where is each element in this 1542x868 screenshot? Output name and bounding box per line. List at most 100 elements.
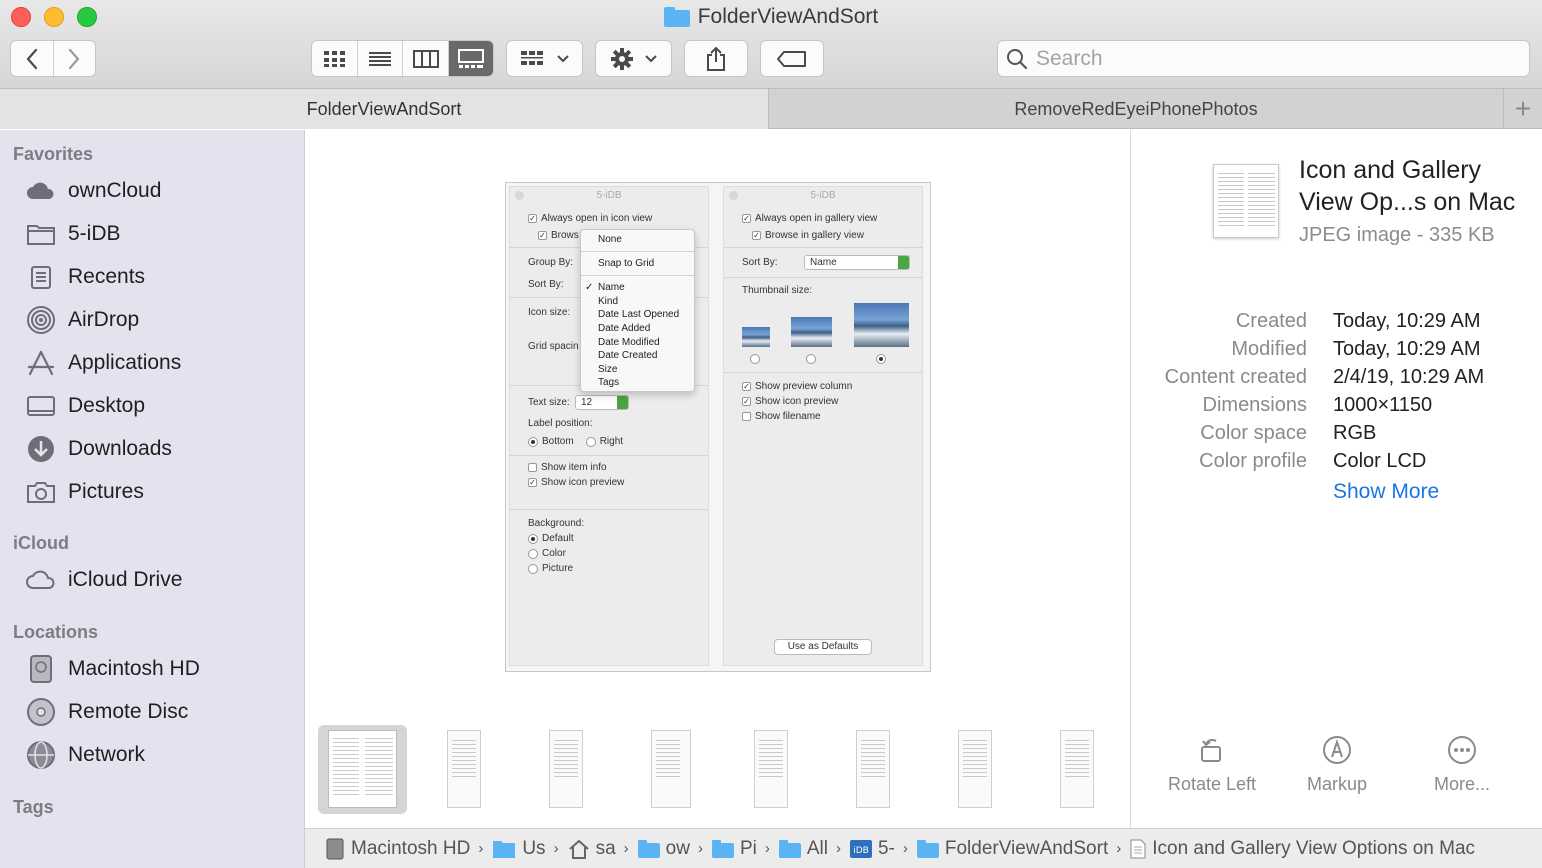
search-field[interactable] — [997, 40, 1530, 77]
preview-info-pane: Icon and Gallery View Op...s on Mac JPEG… — [1130, 130, 1542, 828]
path-bar: Macintosh HD › Us › sa › ow › Pi › All › iDB 5… — [305, 828, 1542, 868]
group-by-button[interactable] — [506, 40, 583, 77]
option-label: Text size: — [528, 397, 570, 408]
path-item-home[interactable]: sa › — [568, 838, 632, 860]
sidebar-item-label: Downloads — [68, 437, 172, 460]
search-input[interactable] — [1036, 46, 1516, 71]
favorites-heading: Favorites — [13, 144, 94, 164]
metadata-row: Modified Today, 10:29 AM — [1231, 338, 1481, 360]
filmstrip-thumbnail[interactable] — [856, 730, 890, 808]
share-button[interactable] — [684, 40, 748, 77]
chevron-down-icon — [644, 54, 657, 62]
sidebar-item-icloud-drive[interactable]: iCloud Drive — [26, 562, 182, 598]
columns-icon — [412, 49, 439, 68]
checkbox-icon: ✓ — [528, 214, 537, 223]
option-label: Label position: — [528, 418, 593, 429]
path-item-all[interactable]: All › — [778, 838, 844, 860]
gallery-view-options-panel: 5-iDB ✓ Always open in gallery view ✓ Brow… — [723, 186, 923, 666]
path-item-users[interactable]: Us › — [492, 838, 561, 860]
tag-icon — [777, 50, 806, 67]
option-label: Brows — [551, 230, 579, 241]
sidebar-item-network[interactable]: Network — [26, 737, 145, 773]
filmstrip-thumbnail[interactable] — [754, 730, 788, 808]
path-item-current-file[interactable]: Icon and Gallery View Options on Mac — [1130, 838, 1475, 860]
markup-button[interactable]: Markup — [1282, 730, 1392, 795]
file-thumbnail — [1213, 164, 1279, 238]
chevron-down-icon — [556, 54, 569, 62]
filmstrip-thumbnail[interactable] — [447, 730, 481, 808]
action-label: Markup — [1306, 774, 1368, 794]
sidebar-item-label: Pictures — [68, 480, 144, 503]
sort-by-select: Name — [804, 255, 910, 270]
radio-icon — [585, 436, 596, 447]
globe-icon — [26, 740, 56, 770]
sidebar-item-macintosh-hd[interactable]: Macintosh HD — [26, 651, 200, 687]
sidebar-item-label: Applications — [68, 351, 182, 374]
checkbox-icon: ✓ — [742, 214, 751, 223]
new-tab-button[interactable]: + — [1504, 89, 1542, 129]
path-item-5-idb[interactable]: iDB 5- › — [849, 838, 911, 860]
path-item-pictures[interactable]: Pi › — [711, 838, 773, 860]
radio-icon — [750, 354, 760, 364]
checkmark-icon: ✓ — [585, 282, 594, 293]
path-item-folderviewandsort[interactable]: FolderViewAndSort › — [916, 838, 1124, 860]
icloud-heading: iCloud — [13, 533, 69, 553]
column-view-button[interactable] — [402, 41, 447, 76]
gallery-view-button[interactable] — [447, 41, 493, 76]
metadata-row: Color profile Color LCD — [1199, 450, 1427, 472]
downloads-icon — [26, 434, 56, 464]
thumbnail-medium — [791, 317, 832, 347]
list-view-button[interactable] — [357, 41, 402, 76]
sidebar-item-desktop[interactable]: Desktop — [26, 388, 145, 424]
tags-button[interactable] — [760, 40, 824, 77]
sidebar-item-label: 5-iDB — [68, 222, 121, 245]
sidebar-item-downloads[interactable]: Downloads — [26, 431, 172, 467]
desktop-icon — [26, 391, 56, 421]
filmstrip-thumbnail[interactable] — [549, 730, 583, 808]
filmstrip-thumbnail[interactable] — [1060, 730, 1094, 808]
icon-view-button[interactable] — [312, 41, 357, 76]
back-button[interactable] — [11, 41, 53, 76]
share-icon — [707, 46, 725, 71]
navigation-buttons — [10, 40, 96, 77]
sidebar-item-owncloud[interactable]: ownCloud — [26, 173, 161, 209]
more-actions-button[interactable]: More... — [1407, 730, 1517, 795]
sidebar-item-remote-disc[interactable]: Remote Disc — [26, 694, 188, 730]
option-label: Always open in icon view — [541, 213, 653, 224]
search-icon — [1007, 48, 1028, 69]
sidebar-item-5-idb[interactable]: 5-iDB — [26, 216, 121, 252]
sidebar-item-applications[interactable]: Applications — [26, 345, 181, 381]
action-label: More... — [1433, 774, 1490, 794]
tab-folderviewandsort[interactable]: FolderViewAndSort — [0, 89, 769, 129]
image-preview[interactable]: 5-iDB ✓ Always open in icon view ✓ Brows G… — [505, 182, 931, 672]
path-item-folder[interactable]: ow › — [637, 838, 706, 860]
sidebar-item-label: Recents — [68, 265, 146, 288]
action-menu-button[interactable] — [595, 40, 672, 77]
sidebar-item-recents[interactable]: Recents — [26, 259, 145, 295]
show-more-link[interactable]: Show More — [1333, 480, 1439, 504]
sidebar-item-pictures[interactable]: Pictures — [26, 474, 144, 510]
tags-heading: Tags — [13, 797, 54, 817]
filmstrip-thumbnail[interactable] — [958, 730, 992, 808]
radio-icon — [528, 548, 538, 559]
rotate-left-button[interactable]: Rotate Left — [1157, 730, 1267, 795]
option-label: Group By: — [528, 257, 574, 268]
hard-drive-icon — [326, 838, 344, 859]
panel-title: 5-iDB — [596, 190, 622, 201]
option-label: Icon size: — [528, 307, 571, 318]
checkbox-icon: ✓ — [742, 382, 751, 391]
action-label: Rotate Left — [1167, 774, 1257, 794]
checkbox-icon — [742, 412, 751, 421]
group-icon — [520, 50, 543, 65]
metadata-row: Created Today, 10:29 AM — [1235, 310, 1481, 332]
path-item-macintosh-hd[interactable]: Macintosh HD › — [325, 838, 486, 860]
sort-menu-popup: None Snap to Grid ✓ Name Kind Date Last … — [580, 229, 695, 392]
tab-removeredeyeiphonephotos[interactable]: RemoveRedEyeiPhonePhotos — [769, 89, 1504, 129]
filmstrip-thumbnail-selected[interactable] — [318, 725, 407, 814]
list-icon — [369, 51, 392, 66]
sidebar-item-airdrop[interactable]: AirDrop — [26, 302, 139, 338]
forward-button[interactable] — [52, 41, 95, 76]
option-label: Sort By: — [528, 279, 564, 290]
filmstrip-thumbnail[interactable] — [651, 730, 691, 808]
option-label: Grid spacin — [528, 341, 579, 352]
